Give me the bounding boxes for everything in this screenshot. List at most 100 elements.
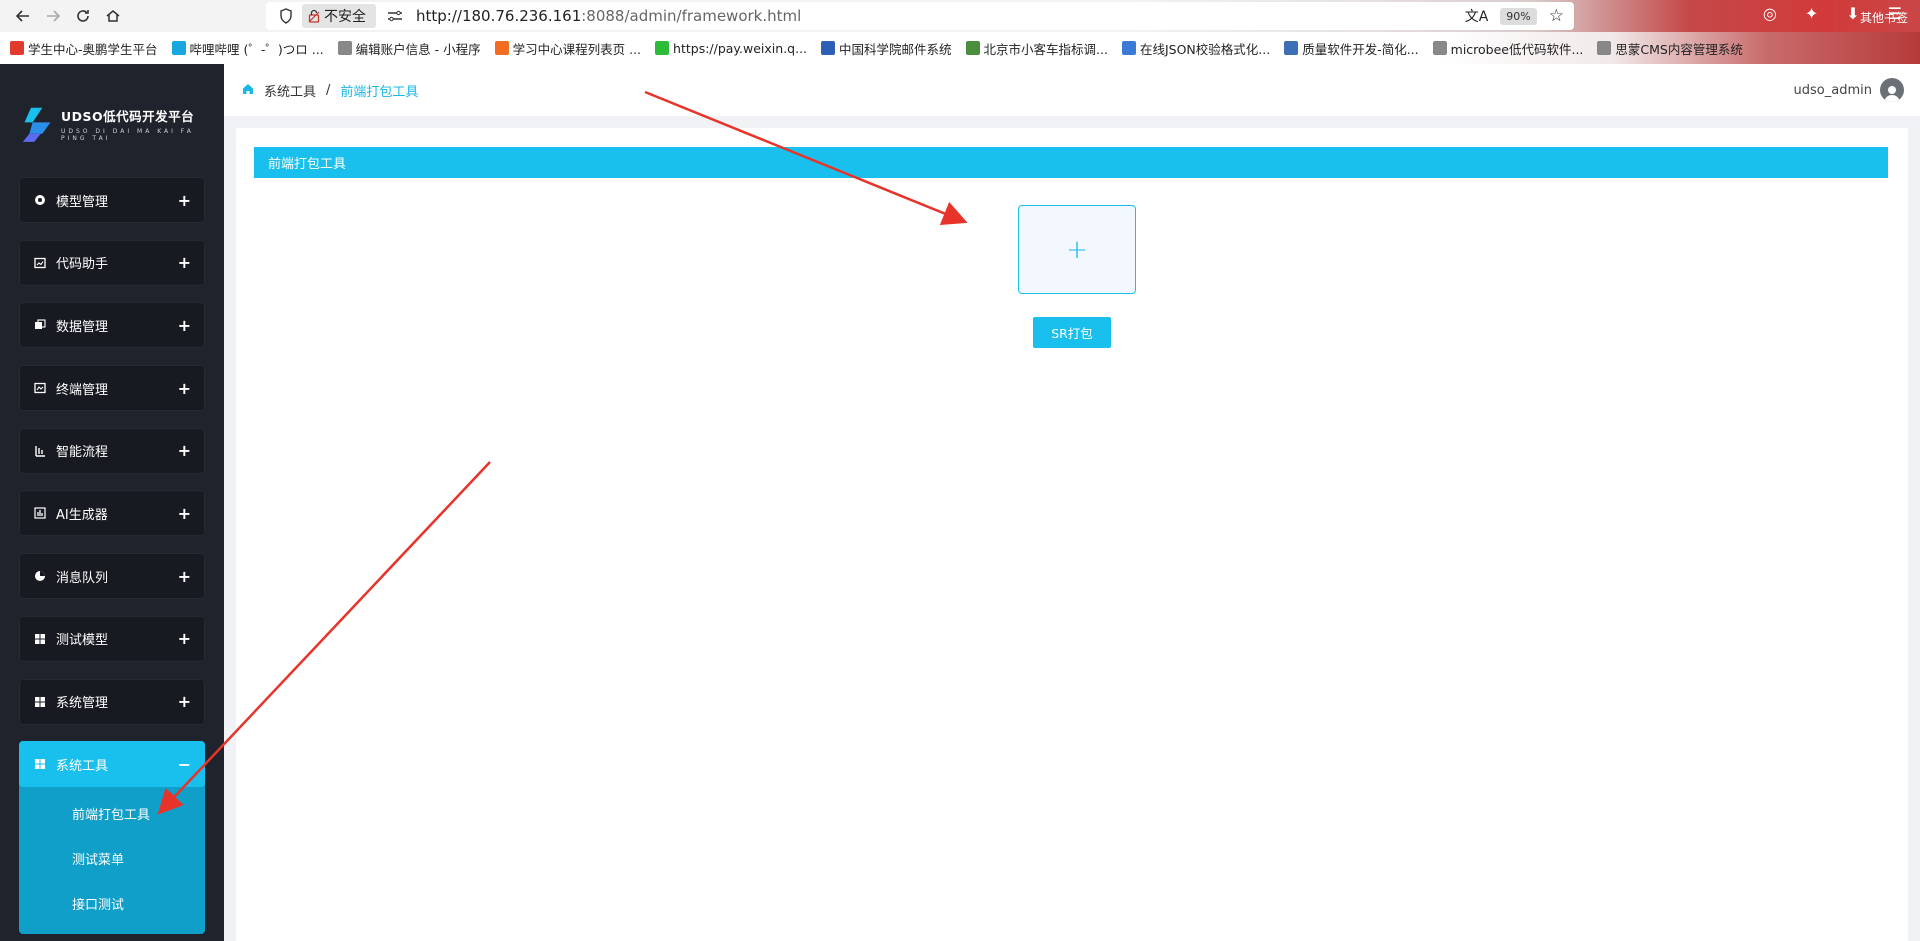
expand-icon[interactable]: + [178,253,191,272]
forward-button[interactable] [38,1,68,31]
collapse-icon[interactable]: − [178,755,191,774]
favicon-icon [655,41,670,55]
expand-icon[interactable]: + [178,316,191,335]
download-icon[interactable]: ⬇ [1846,4,1859,23]
dashboard-icon [33,757,47,771]
star-icon[interactable]: ☆ [1549,6,1564,26]
bookmark-item[interactable]: microbee低代码软件... [1432,39,1584,58]
bookmark-item[interactable]: 编辑账户信息 - 小程序 [337,39,481,58]
app: UDSO低代码开发平台 UDSO DI DAI MA KAI FA PING T… [0,64,1920,941]
logo-subtitle: UDSO DI DAI MA KAI FA PING TAI [60,128,194,142]
main-content: 系统工具 / 前端打包工具 udso_admin 前端打包工具 + SR打包 [224,64,1920,941]
top-bar: 系统工具 / 前端打包工具 udso_admin [224,64,1920,116]
sidebar-item[interactable]: 终端管理 + [19,365,205,412]
sidebar-item-label: 代码助手 [56,257,109,273]
favicon-icon [494,41,509,55]
submenu-item[interactable]: 接口测试 [19,881,205,926]
security-label: 不安全 [324,9,366,25]
bookmark-item[interactable]: 在线JSON校验格式化... [1121,39,1271,58]
reload-button[interactable] [68,1,98,31]
address-bar[interactable]: 不安全 http://180.76.236.161:8088/admin/fra… [266,2,1574,30]
sidebar-menu: 模型管理 + 代码助手 + 数据管理 + 终端管理 + 智能流程 + AI生成器 + 消息队列 + 测试模型… [19,177,205,935]
shield-icon [274,8,298,24]
sidebar-item-label: 系统管理 [56,696,109,711]
bookmark-item[interactable]: 哔哩哔哩 (゜-゜)つロ ... [171,39,324,58]
bookmark-item[interactable]: 思蒙CMS内容管理系统 [1597,39,1743,58]
bookmark-label: 编辑账户信息 - 小程序 [355,41,481,57]
favicon-icon [1597,41,1612,55]
reload-icon [77,10,89,22]
sidebar-item-system-tools[interactable]: 系统工具 − [19,741,205,788]
sidebar-item[interactable]: 测试模型 + [19,615,205,662]
bookmark-label: 中国科学院邮件系统 [839,41,952,57]
sidebar-item[interactable]: 代码助手 + [19,239,205,286]
submenu-item[interactable]: 测试菜单 [19,836,205,881]
flow-icon [33,444,47,458]
url-host: http://180.76.236.161 [416,7,582,25]
account-icon[interactable]: ◎ [1763,4,1777,23]
extension-icon[interactable]: ✦ [1805,4,1818,23]
bookmark-label: microbee低代码软件... [1450,41,1584,57]
back-button[interactable] [8,1,38,31]
url-text: http://180.76.236.161:8088/admin/framewo… [416,7,801,25]
expand-icon[interactable]: + [178,567,191,586]
bookmark-item[interactable]: 中国科学院邮件系统 [821,39,952,58]
submenu-item[interactable]: 前端打包工具 [19,791,205,836]
sidebar-item-label: 终端管理 [56,382,109,398]
expand-icon[interactable]: + [178,379,191,398]
expand-icon[interactable]: + [178,629,191,648]
avatar [1880,78,1904,102]
expand-icon[interactable]: + [178,692,191,711]
home-icon [106,10,120,22]
bookmark-item[interactable]: 学习中心课程列表页 ... [494,39,642,58]
ai-icon [33,506,47,520]
sidebar-group-system-tools: 系统工具 − 前端打包工具 测试菜单 接口测试 [19,741,205,935]
lock-broken-icon [308,9,320,23]
favicon-icon [1432,41,1447,55]
sidebar-item[interactable]: AI生成器 + [19,490,205,537]
bookmark-item[interactable]: 北京市小客车指标调... [965,39,1108,58]
panel-title: 前端打包工具 [254,147,1888,178]
bookmark-label: 在线JSON校验格式化... [1139,41,1271,57]
bookmark-item[interactable]: https://pay.weixin.q... [655,41,807,56]
expand-icon[interactable]: + [178,441,191,460]
bookmark-item[interactable]: 学生中心-奥鹏学生平台 [10,39,158,58]
user-name: udso_admin [1793,82,1872,98]
queue-icon [33,569,47,583]
sidebar-item[interactable]: 模型管理 + [19,177,205,223]
expand-icon[interactable]: + [178,504,191,523]
home-icon[interactable] [242,83,256,97]
security-indicator[interactable]: 不安全 [302,4,376,28]
sidebar-item-label: 智能流程 [56,445,109,461]
upload-button[interactable]: + [1018,205,1136,294]
sidebar-item[interactable]: 数据管理 + [19,302,205,349]
bookmark-item[interactable]: 质量软件开发-简化... [1284,39,1419,58]
data-icon [33,318,47,332]
browser-toolbar: 不安全 http://180.76.236.161:8088/admin/fra… [0,0,1920,32]
sidebar-item[interactable]: 消息队列 + [19,553,205,600]
breadcrumb-parent[interactable]: 系统工具 [264,81,316,100]
home-button[interactable] [98,1,128,31]
sidebar-item[interactable]: 系统管理 + [19,678,205,725]
favicon-icon [171,41,186,55]
sidebar: UDSO低代码开发平台 UDSO DI DAI MA KAI FA PING T… [0,64,224,941]
plus-icon: + [1066,234,1088,265]
logo-title: UDSO低代码开发平台 [60,109,195,124]
packaging-panel: 前端打包工具 + SR打包 [236,128,1908,941]
expand-icon[interactable]: + [178,191,191,210]
url-path: :8088/admin/framework.html [581,7,802,25]
other-bookmarks[interactable]: 其他书签 [1860,9,1908,26]
sidebar-item-label: 数据管理 [56,319,109,335]
site-settings-icon[interactable] [386,9,404,23]
sidebar-item-label: AI生成器 [56,507,108,523]
sr-pack-button[interactable]: SR打包 [1033,317,1111,348]
bookmark-label: 哔哩哔哩 (゜-゜)つロ ... [189,41,324,57]
user-menu[interactable]: udso_admin [1794,78,1904,102]
translate-icon[interactable]: 文A [1465,6,1489,26]
bookmark-label: 学习中心课程列表页 ... [512,41,642,57]
bookmark-label: 北京市小客车指标调... [983,41,1108,57]
arrow-left-icon [15,10,29,22]
sidebar-item[interactable]: 智能流程 + [19,427,205,474]
sidebar-item-label: 系统工具 [56,758,109,774]
zoom-level[interactable]: 90% [1500,7,1537,25]
